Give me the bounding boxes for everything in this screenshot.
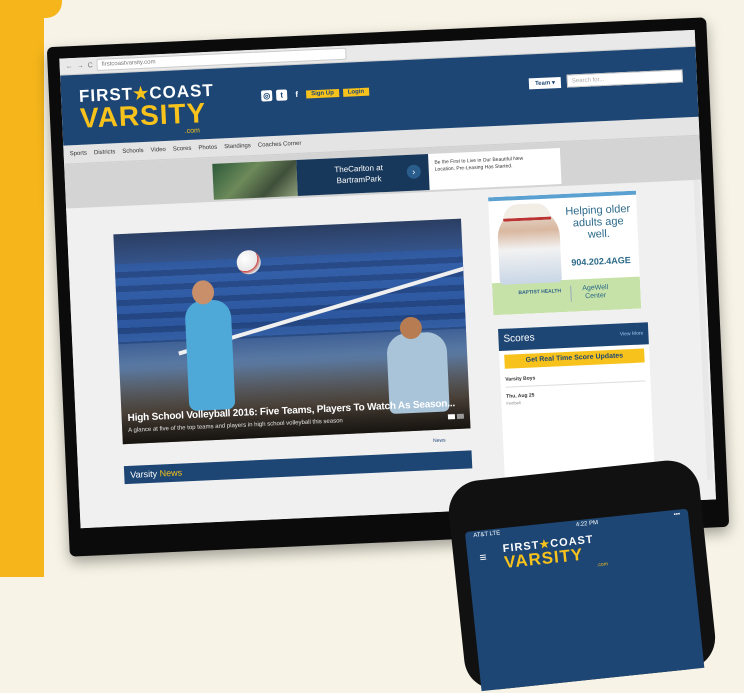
forward-icon[interactable]: → <box>76 62 83 69</box>
hero-slider[interactable]: High School Volleyball 2016: Five Teams,… <box>113 218 471 445</box>
scores-title: Scores <box>503 332 535 345</box>
nav-item-sports[interactable]: Sports <box>70 151 88 158</box>
player-jersey <box>184 299 236 412</box>
ad-top-stripe <box>488 190 637 202</box>
battery-icon: ▪▪▪ <box>673 511 681 519</box>
search-input[interactable]: Search for... <box>566 69 684 88</box>
slider-dot[interactable] <box>447 414 456 420</box>
phone-screen: AT&T LTE 4:22 PM ▪▪▪ ≡ FIRST★COAST VARSI… <box>464 508 705 692</box>
nav-item-scores[interactable]: Scores <box>173 146 192 153</box>
instagram-icon[interactable]: ◎ <box>260 90 273 102</box>
phone-logo-suffix: .com <box>596 561 609 569</box>
ad-headline: Helping older adults age well. <box>565 202 631 241</box>
nav-item-photos[interactable]: Photos <box>198 145 217 152</box>
nav-item-schools[interactable]: Schools <box>122 148 144 155</box>
social-links: ◎ t f Sign Up Login <box>260 86 370 102</box>
ad-program: AgeWell Center <box>570 283 620 302</box>
nav-item-standings[interactable]: Standings <box>224 143 251 150</box>
corner-accent <box>44 0 62 18</box>
browser-window: ← → C firstcoastvarsity.com FIRST★COAST … <box>59 29 716 529</box>
nav-item-districts[interactable]: Districts <box>94 149 116 156</box>
nav-item-video[interactable]: Video <box>150 147 166 154</box>
scores-header: Scores View More <box>498 322 649 352</box>
phone-device: AT&T LTE 4:22 PM ▪▪▪ ≡ FIRST★COAST VARSI… <box>445 457 719 693</box>
phone-time: 4:22 PM <box>575 520 599 529</box>
sidebar-ad[interactable]: Helping older adults age well. 904.202.4… <box>488 190 642 316</box>
ad-title-panel: TheCarlton at BartramPark › <box>296 154 430 196</box>
varsity-news-header: Varsity News <box>123 450 473 485</box>
carrier-label: AT&T LTE <box>473 530 501 540</box>
slider-dot[interactable] <box>456 413 465 420</box>
facebook-icon[interactable]: f <box>291 89 302 100</box>
ad-copy: Be the First to Live in Our Beautiful Ne… <box>434 155 524 173</box>
news-more-link[interactable]: News <box>433 438 446 445</box>
ad-title: TheCarlton at BartramPark <box>334 163 384 186</box>
score-updates-button[interactable]: Get Real Time Score Updates <box>504 348 645 369</box>
hat-icon <box>502 202 552 222</box>
left-accent-bar <box>0 0 44 577</box>
slider-dots <box>447 413 465 420</box>
back-icon[interactable]: ← <box>66 63 73 70</box>
login-button[interactable]: Login <box>342 87 370 97</box>
nav-item-coaches-corner[interactable]: Coaches Corner <box>258 141 302 149</box>
chevron-right-icon[interactable]: › <box>406 164 422 180</box>
team-dropdown[interactable]: Team ▾ <box>528 76 562 90</box>
hamburger-menu-icon[interactable]: ≡ <box>479 550 487 565</box>
twitter-icon[interactable]: t <box>275 89 288 101</box>
section-title: Varsity <box>130 468 158 480</box>
view-more-link[interactable]: View More <box>619 322 644 345</box>
reload-icon[interactable]: C <box>87 62 92 69</box>
section-title-accent: News <box>159 467 183 479</box>
site-logo-suffix: .com <box>184 127 201 136</box>
ad-phone-number: 904.202.4AGE <box>571 254 632 268</box>
ad-photo <box>212 160 298 200</box>
signup-button[interactable]: Sign Up <box>305 88 339 99</box>
